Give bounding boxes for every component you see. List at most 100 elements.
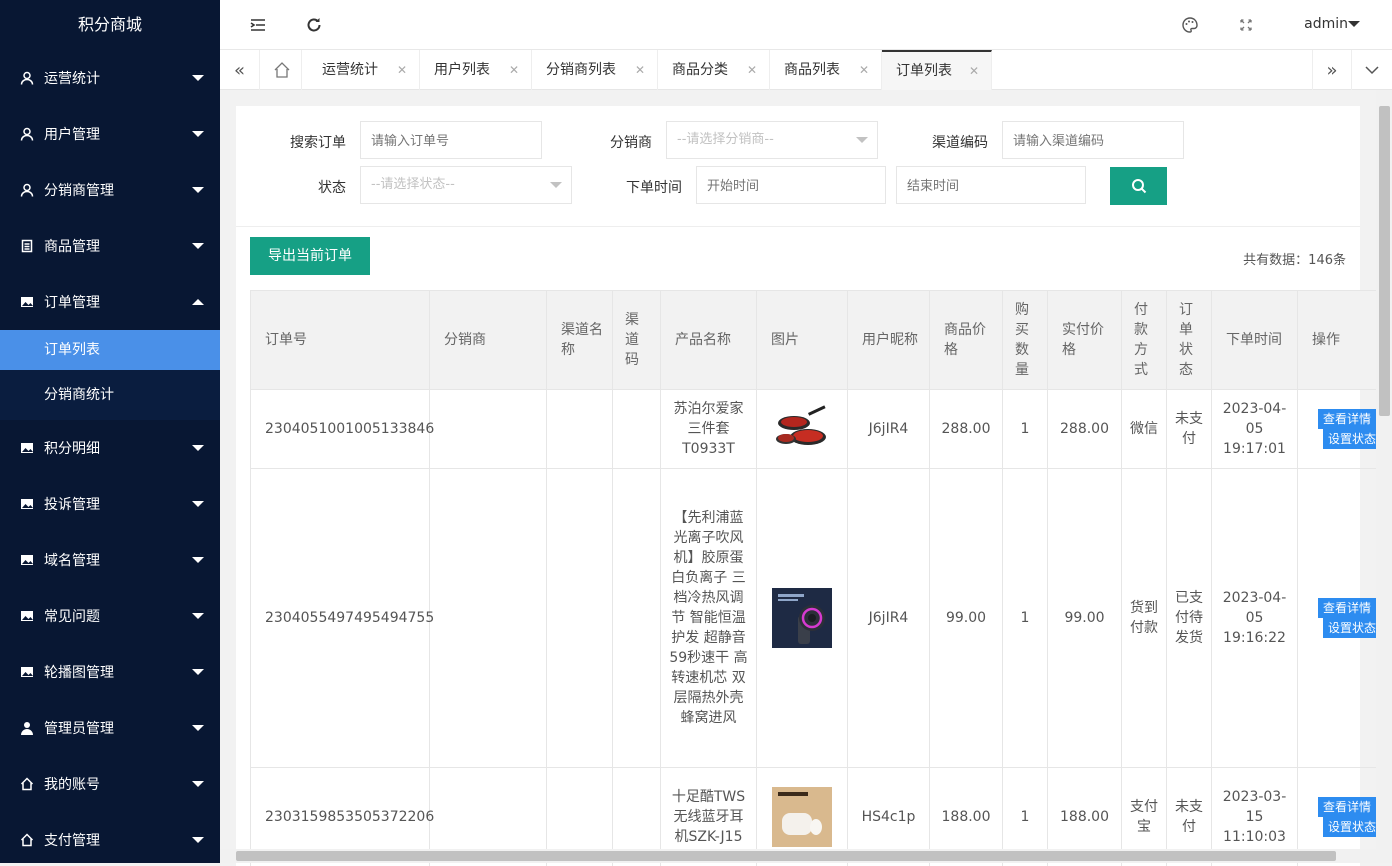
search-button[interactable] bbox=[1110, 167, 1167, 205]
sidebar-item-users[interactable]: 用户管理 bbox=[0, 106, 220, 162]
sidebar-item-distributors[interactable]: 分销商管理 bbox=[0, 162, 220, 218]
sidebar-item-complaints[interactable]: 投诉管理 bbox=[0, 476, 220, 532]
vertical-scrollbar[interactable] bbox=[1376, 90, 1392, 863]
orders-table: 订单号 分销商 渠道名称 渠道码 产品名称 图片 用户昵称 商品价格 购买数量 … bbox=[250, 290, 1376, 866]
sidebar-item-payments[interactable]: 支付管理 bbox=[0, 812, 220, 863]
tab-product-category[interactable]: 商品分类✕ bbox=[658, 50, 770, 90]
user-nickname: J6jIR4 bbox=[848, 390, 930, 469]
column-header: 下单时间 bbox=[1212, 291, 1298, 390]
sidebar-item-points[interactable]: 积分明细 bbox=[0, 420, 220, 476]
view-details-button[interactable]: 查看详情 bbox=[1318, 598, 1376, 618]
distributor-label: 分销商 bbox=[572, 132, 652, 152]
sidebar-item-label: 用户管理 bbox=[44, 124, 100, 144]
start-time-input[interactable] bbox=[696, 166, 886, 204]
tab-operations-stats[interactable]: 运营统计✕ bbox=[308, 50, 420, 90]
orders-submenu: 订单列表 分销商统计 bbox=[0, 330, 220, 420]
home-icon bbox=[20, 833, 34, 847]
hair-dryer-image bbox=[772, 588, 832, 648]
tab-dropdown-icon[interactable] bbox=[1352, 50, 1392, 90]
sidebar-item-orders[interactable]: 订单管理 bbox=[0, 274, 220, 330]
sidebar: 积分商城 运营统计 用户管理 分销商管理 商品管理 订单管理 订单列表 分销商统… bbox=[0, 0, 220, 863]
home-tab[interactable] bbox=[262, 50, 302, 90]
scrollbar-thumb[interactable] bbox=[1379, 106, 1390, 416]
user-menu[interactable]: admin bbox=[1304, 16, 1348, 32]
set-status-button[interactable]: 设置状态 bbox=[1323, 429, 1376, 449]
order-time-label: 下单时间 bbox=[602, 177, 682, 197]
sidebar-item-domains[interactable]: 域名管理 bbox=[0, 532, 220, 588]
sidebar-subitem-order-list[interactable]: 订单列表 bbox=[0, 330, 220, 370]
order-number: 2304055497495494755 bbox=[251, 469, 430, 768]
menu-collapse-icon[interactable] bbox=[248, 15, 268, 35]
chevron-down-icon bbox=[192, 557, 204, 563]
sidebar-item-label: 常见问题 bbox=[44, 606, 100, 626]
view-details-button[interactable]: 查看详情 bbox=[1318, 797, 1376, 817]
home-icon bbox=[273, 61, 291, 79]
chevron-down-icon bbox=[192, 445, 204, 451]
column-header: 渠道名称 bbox=[547, 291, 613, 390]
order-search-label: 搜索订单 bbox=[266, 132, 346, 152]
order-number-input[interactable] bbox=[360, 121, 542, 159]
tab-user-list[interactable]: 用户列表✕ bbox=[420, 50, 532, 90]
doc-icon bbox=[20, 239, 34, 253]
distributor-select[interactable]: --请选择分销商-- bbox=[666, 121, 878, 159]
sidebar-item-label: 运营统计 bbox=[44, 68, 100, 88]
sidebar-item-products[interactable]: 商品管理 bbox=[0, 218, 220, 274]
chevron-down-icon bbox=[192, 669, 204, 675]
column-header: 分销商 bbox=[430, 291, 547, 390]
close-icon[interactable]: ✕ bbox=[509, 50, 519, 90]
chevron-down-icon bbox=[192, 75, 204, 81]
channel-code-input[interactable] bbox=[1002, 121, 1184, 159]
close-icon[interactable]: ✕ bbox=[635, 50, 645, 90]
sidebar-item-label: 管理员管理 bbox=[44, 718, 114, 738]
view-details-button[interactable]: 查看详情 bbox=[1318, 409, 1376, 429]
sidebar-subitem-distributor-stats[interactable]: 分销商统计 bbox=[0, 370, 220, 420]
horizontal-scrollbar[interactable] bbox=[220, 849, 1376, 863]
image-icon bbox=[20, 295, 34, 309]
sidebar-item-my-account[interactable]: 我的账号 bbox=[0, 756, 220, 812]
order-time: 2023-04-05 19:16:22 bbox=[1212, 469, 1298, 768]
channel-code-label: 渠道编码 bbox=[908, 132, 988, 152]
close-icon[interactable]: ✕ bbox=[747, 50, 757, 90]
app-title: 积分商城 bbox=[0, 0, 220, 50]
column-header: 操作 bbox=[1298, 291, 1377, 390]
close-icon[interactable]: ✕ bbox=[397, 50, 407, 90]
image-icon bbox=[20, 665, 34, 679]
image-icon bbox=[20, 609, 34, 623]
quantity: 1 bbox=[1003, 469, 1048, 768]
column-header: 订单状态 bbox=[1167, 291, 1212, 390]
fullscreen-icon[interactable] bbox=[1236, 15, 1256, 35]
sidebar-item-admins[interactable]: 管理员管理 bbox=[0, 700, 220, 756]
tab-scroll-right-icon[interactable]: » bbox=[1312, 50, 1352, 90]
order-time: 2023-04-05 19:17:01 bbox=[1212, 390, 1298, 469]
pan-set-image bbox=[772, 399, 832, 459]
order-list-panel: 搜索订单 分销商 --请选择分销商-- 渠道编码 状态 --请选择状态-- 下单… bbox=[236, 106, 1360, 866]
set-status-button[interactable]: 设置状态 bbox=[1323, 817, 1376, 837]
sidebar-item-operations[interactable]: 运营统计 bbox=[0, 50, 220, 106]
image-icon bbox=[20, 441, 34, 455]
tab-distributor-list[interactable]: 分销商列表✕ bbox=[532, 50, 658, 90]
caret-down-icon bbox=[856, 137, 868, 143]
end-time-input[interactable] bbox=[896, 166, 1086, 204]
set-status-button[interactable]: 设置状态 bbox=[1323, 618, 1376, 638]
close-icon[interactable]: ✕ bbox=[969, 52, 979, 90]
chevron-down-icon bbox=[192, 187, 204, 193]
close-icon[interactable]: ✕ bbox=[859, 50, 869, 90]
theme-palette-icon[interactable] bbox=[1180, 15, 1200, 35]
tab-order-list[interactable]: 订单列表✕ bbox=[882, 50, 992, 90]
scrollbar-thumb[interactable] bbox=[236, 851, 1336, 861]
sidebar-item-banners[interactable]: 轮播图管理 bbox=[0, 644, 220, 700]
sidebar-item-label: 轮播图管理 bbox=[44, 662, 114, 682]
payment-method: 微信 bbox=[1122, 390, 1167, 469]
tab-scroll-left-icon[interactable]: « bbox=[220, 50, 260, 90]
column-header: 商品价格 bbox=[930, 291, 1003, 390]
sidebar-item-faq[interactable]: 常见问题 bbox=[0, 588, 220, 644]
sidebar-item-label: 域名管理 bbox=[44, 550, 100, 570]
export-orders-button[interactable]: 导出当前订单 bbox=[250, 237, 370, 275]
column-header: 产品名称 bbox=[661, 291, 757, 390]
refresh-icon[interactable] bbox=[304, 15, 324, 35]
status-label: 状态 bbox=[266, 177, 346, 197]
status-select[interactable]: --请选择状态-- bbox=[360, 166, 572, 204]
channel-name bbox=[547, 469, 613, 768]
tab-product-list[interactable]: 商品列表✕ bbox=[770, 50, 882, 90]
total-count: 共有数据：146条 bbox=[1243, 249, 1346, 268]
